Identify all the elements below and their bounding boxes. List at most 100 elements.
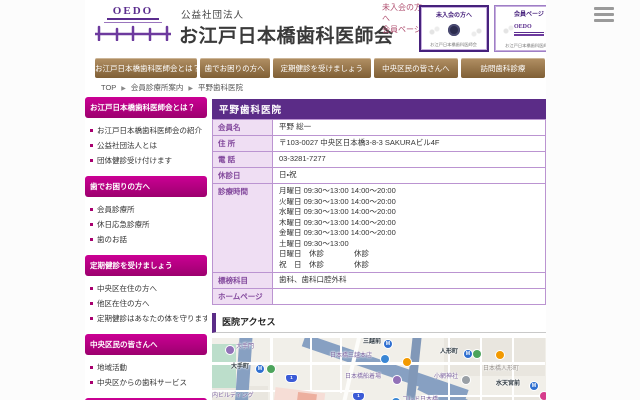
sidebar-item[interactable]: 中央区在住の方へ [87, 281, 207, 296]
row-value: 〒103-0027 中央区日本橋3-8-3 SAKURAビル4F [273, 136, 546, 152]
value-line: 平野 総一 [279, 122, 539, 133]
breadcrumb-item[interactable]: TOP [101, 83, 116, 92]
map-metro-icon: M [384, 340, 392, 348]
org-type: 公益社団法人 [181, 7, 244, 21]
value-line: 祝 日 休診 休診 [279, 260, 539, 271]
breadcrumb-separator: ▶ [121, 86, 126, 92]
sidebar-group-list: 中央区在住の方へ他区在住の方へ定期健診はあなたの体を守ります [87, 281, 207, 326]
page: OEDO 公益社団法人 お江戸日本橋歯科医師会 未入会の方へ 会員ページ 未入会… [85, 0, 546, 400]
map-metro-icon: M [530, 382, 538, 390]
table-row: 会員名 平野 総一 [213, 120, 546, 136]
guest-banner[interactable]: 未入会の方へ お江戸日本橋歯科医師会 [419, 5, 489, 52]
main-content: 平野歯科医院 会員名 平野 総一 住 所 〒103-0027 中央区日本橋3-8… [212, 96, 546, 400]
sidebar-group-header[interactable]: 定期健診を受けましょう [85, 255, 207, 276]
value-line: 木曜日 09:30～13:00 14:00～20:00 [279, 218, 539, 229]
map-label: 三越前 [363, 339, 381, 346]
sidebar-group-header[interactable]: お江戸日本橋歯科医師会とは？ [85, 97, 207, 118]
oedo-logo[interactable]: OEDO [91, 5, 175, 46]
sidebar-item[interactable]: 会員診療所 [87, 202, 207, 217]
sidebar-item[interactable]: 公益社団法人とは [87, 138, 207, 153]
sidebar-item[interactable]: 休日応急診療所 [87, 217, 207, 232]
content-columns: お江戸日本橋歯科医師会とは？ お江戸日本橋歯科医師会の紹介公益社団法人とは団体健… [85, 96, 546, 400]
value-line [279, 292, 539, 301]
table-row: 標榜科目 歯科、歯科口腔外科 [213, 273, 546, 289]
site-title[interactable]: お江戸日本橋歯科医師会 [179, 21, 394, 48]
table-row: ホームページ [213, 289, 546, 305]
row-value: 日・祝 [273, 168, 546, 184]
sidebar-item[interactable]: 地域活動 [87, 360, 207, 375]
row-value: 歯科、歯科口腔外科 [273, 273, 546, 289]
map-poi-icon [226, 346, 234, 354]
map-shopo-icon [403, 358, 411, 366]
table-row: 診療時間 月曜日 09:30～13:00 14:00～20:00火曜日 09:3… [213, 184, 546, 273]
map-shopo-icon [496, 351, 504, 359]
guest-link[interactable]: 未入会の方へ [382, 3, 424, 25]
map-metro-icon: M [464, 350, 472, 358]
member-banner-inner: 会員ページ OEDO お江戸日本橋歯科医師会 [495, 6, 546, 51]
member-banner-title: 会員ページ [514, 9, 544, 18]
map-label: 丸の内ビルディング [212, 393, 254, 400]
row-label: 診療時間 [213, 184, 273, 273]
value-line: 日曜日 休診 休診 [279, 249, 539, 260]
table-row: 住 所 〒103-0027 中央区日本橋3-8-3 SAKURAビル4F [213, 136, 546, 152]
map-label: 水天宮前 [496, 381, 520, 388]
nav-button[interactable]: 訪問歯科診療 [461, 58, 545, 78]
map-label: 小網神社 [434, 374, 458, 381]
member-link[interactable]: 会員ページ [382, 25, 424, 36]
sidebar-item[interactable]: 定期健診はあなたの体を守ります [87, 311, 207, 326]
sidebar-group: お江戸日本橋歯科医師会とは？ お江戸日本橋歯科医師会の紹介公益社団法人とは団体健… [85, 97, 207, 168]
breadcrumb: TOP▶会員診療所案内▶平野歯科医院 [85, 78, 546, 96]
mini-bridge-icon [514, 34, 544, 36]
section-title-access: 医院アクセス [212, 313, 546, 333]
mini-oedo-logo: OEDO [514, 24, 544, 35]
sidebar-item[interactable]: 歯のお話 [87, 232, 207, 247]
nav-button[interactable]: 歯でお困りの方へ [200, 58, 270, 78]
map-label: 人形町 [440, 349, 458, 356]
value-line: 〒103-0027 中央区日本橋3-8-3 SAKURAビル4F [279, 138, 539, 149]
map-shop-icon [381, 355, 389, 363]
nav-button[interactable]: 定期健診を受けましょう [273, 58, 371, 78]
value-line: 火曜日 09:30～13:00 14:00～20:00 [279, 197, 539, 208]
sidebar-group-header[interactable]: 歯でお困りの方へ [85, 176, 207, 197]
sidebar-item[interactable]: 団体健診受け付けます [87, 153, 207, 168]
oedo-logo-subline [104, 22, 162, 23]
value-line: 水曜日 09:30～13:00 14:00～20:00 [279, 207, 539, 218]
nav-button[interactable]: お江戸日本橋歯科医師会とは？ [95, 58, 197, 78]
nav-button[interactable]: 中央区民の皆さんへ [374, 58, 458, 78]
map-poi-icon [393, 376, 401, 384]
map-tree-icon [473, 350, 481, 358]
member-banner[interactable]: 会員ページ OEDO お江戸日本橋歯科医師会 [494, 5, 546, 52]
map-tree-icon [267, 365, 275, 373]
sidebar-item[interactable]: 中央区からの歯科サービス [87, 375, 207, 390]
map-label: 日本橋船着場 [345, 374, 381, 381]
map-shield1-icon: 1 [353, 393, 364, 400]
guest-banner-inner: 未入会の方へ お江戸日本橋歯科医師会 [421, 7, 487, 50]
hamburger-menu-icon[interactable] [594, 7, 614, 25]
map-metro-icon: M [256, 365, 264, 373]
value-line: 日・祝 [279, 170, 539, 181]
value-line: 月曜日 09:30～13:00 14:00～20:00 [279, 186, 539, 197]
sidebar-item[interactable]: 他区在住の方へ [87, 296, 207, 311]
clinic-table: 会員名 平野 総一 住 所 〒103-0027 中央区日本橋3-8-3 SAKU… [212, 119, 546, 305]
row-label: 休診日 [213, 168, 273, 184]
breadcrumb-item[interactable]: 会員診療所案内 [131, 83, 184, 92]
row-value: 平野 総一 [273, 120, 546, 136]
map-label: 日本橋人形町 [483, 366, 519, 373]
guest-banner-caption: お江戸日本橋歯科医師会 [431, 42, 478, 48]
map-gray-icon [462, 376, 470, 384]
row-label: 標榜科目 [213, 273, 273, 289]
breadcrumb-item[interactable]: 平野歯科医院 [198, 83, 243, 92]
table-row: 休診日 日・祝 [213, 168, 546, 184]
top-links: 未入会の方へ 会員ページ [382, 3, 424, 35]
sidebar-group-header[interactable]: 中央区民の皆さんへ [85, 334, 207, 355]
bridge-icon [93, 25, 173, 41]
row-label: 住 所 [213, 136, 273, 152]
sidebar: お江戸日本橋歯科医師会とは？ お江戸日本橋歯科医師会の紹介公益社団法人とは団体健… [85, 96, 212, 400]
map[interactable]: 大手門大手町三越前日本橋三越本店日本橋船着場コレド日本橋日本橋人形町日本橋人形町… [212, 338, 546, 400]
main-nav: お江戸日本橋歯科医師会とは？歯でお困りの方へ定期健診を受けましょう中央区民の皆さ… [95, 58, 545, 78]
map-shield1-icon: 1 [286, 375, 297, 382]
sidebar-group: 中央区民の皆さんへ 地域活動中央区からの歯科サービス [85, 334, 207, 390]
row-label: 電 話 [213, 152, 273, 168]
value-line: 土曜日 09:30～13:00 [279, 239, 539, 250]
sidebar-item[interactable]: お江戸日本橋歯科医師会の紹介 [87, 123, 207, 138]
